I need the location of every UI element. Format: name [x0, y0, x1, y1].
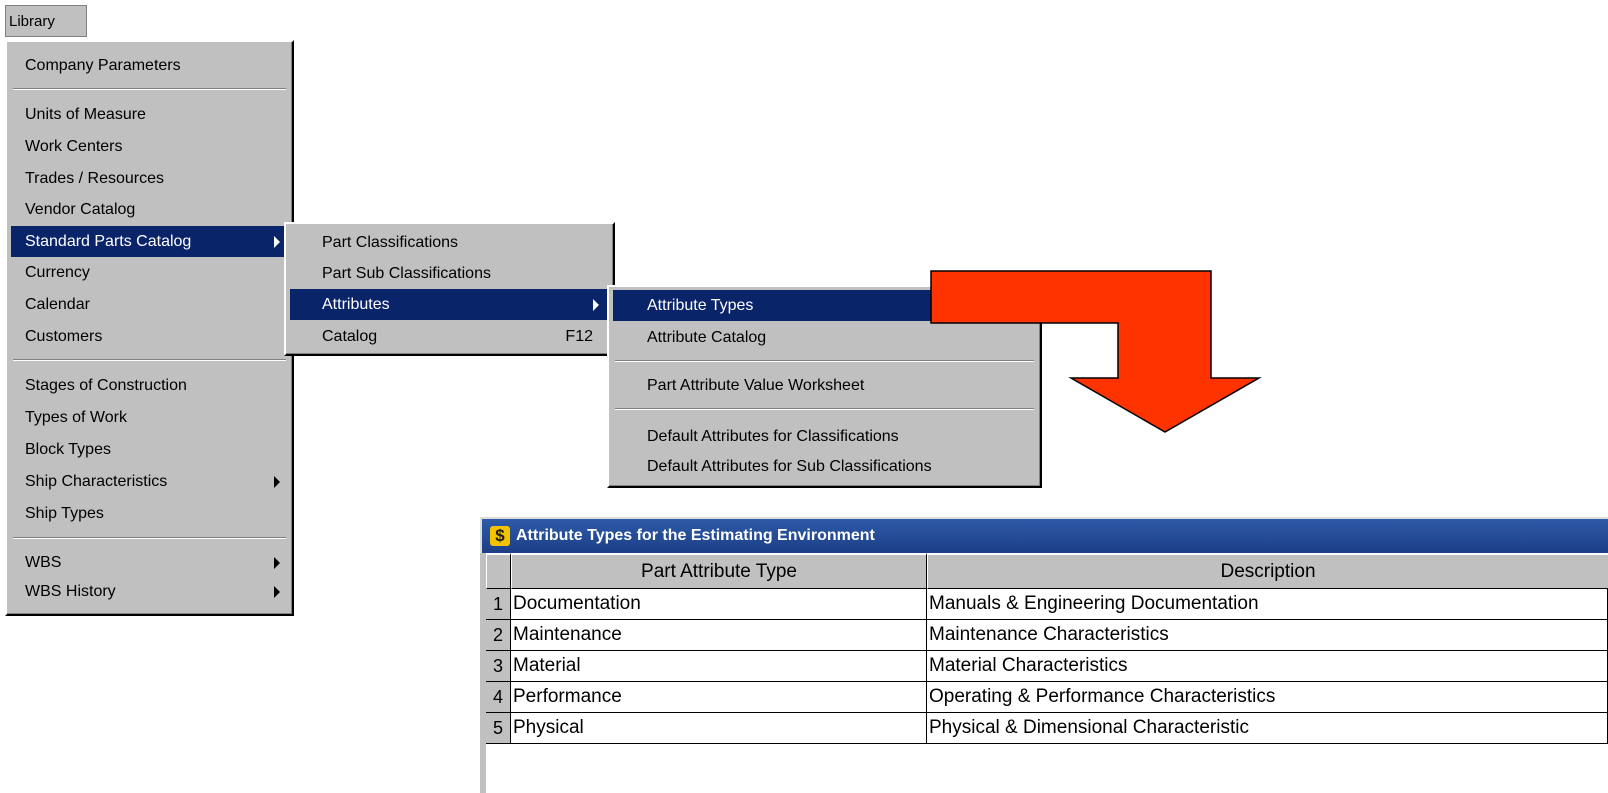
menu-item-customers[interactable]: Customers: [11, 321, 288, 352]
menu-item-currency[interactable]: Currency: [11, 257, 288, 288]
menu-item-stages-of-construction[interactable]: Stages of Construction: [11, 370, 288, 401]
row-number[interactable]: 2: [486, 620, 511, 651]
menu-item-wbs[interactable]: WBS: [11, 547, 288, 578]
attribute-types-grid: Part Attribute Type Description 1 Docume…: [486, 553, 1608, 793]
menu-item-types-of-work[interactable]: Types of Work: [11, 402, 288, 433]
menu-item-part-classifications[interactable]: Part Classifications: [290, 227, 609, 258]
menu-item-calendar[interactable]: Calendar: [11, 289, 288, 320]
menu-separator: [13, 359, 286, 361]
menu-item-part-attribute-value-worksheet[interactable]: Part Attribute Value Worksheet: [613, 370, 1036, 401]
menu-item-label: Catalog: [322, 327, 378, 345]
menu-item-vendor-catalog[interactable]: Vendor Catalog: [11, 194, 288, 225]
menu-item-work-centers[interactable]: Work Centers: [11, 131, 288, 162]
menu-item-default-attributes-classifications[interactable]: Default Attributes for Classifications: [613, 421, 1036, 452]
cell-description[interactable]: Physical & Dimensional Characteristic: [927, 713, 1608, 744]
row-number[interactable]: 3: [486, 651, 511, 682]
submenu-arrow-icon: [274, 585, 280, 598]
menu-item-attribute-catalog[interactable]: Attribute Catalog: [613, 322, 1036, 353]
menu-separator: [615, 360, 1034, 362]
window-title-bar[interactable]: $ Attribute Types for the Estimating Env…: [480, 517, 1608, 553]
menu-item-company-parameters[interactable]: Company Parameters: [11, 50, 288, 81]
menu-item-ship-types[interactable]: Ship Types: [11, 498, 288, 529]
grid-corner-header[interactable]: [486, 553, 511, 589]
cell-description[interactable]: Manuals & Engineering Documentation: [927, 589, 1608, 620]
menu-separator: [13, 88, 286, 90]
submenu-arrow-icon: [274, 475, 280, 488]
submenu-arrow-icon: [593, 298, 599, 311]
standard-parts-submenu: Part Classifications Part Sub Classifica…: [284, 222, 615, 356]
dollar-icon: $: [490, 526, 510, 546]
cell-part-attribute-type[interactable]: Documentation: [511, 589, 927, 620]
menu-item-units-of-measure[interactable]: Units of Measure: [11, 99, 288, 130]
menu-item-label: Attributes: [322, 295, 390, 313]
column-header-part-attribute-type[interactable]: Part Attribute Type: [511, 553, 927, 589]
shortcut-label: F12: [565, 327, 593, 345]
cell-description[interactable]: Material Characteristics: [927, 651, 1608, 682]
library-menu: Company Parameters Units of Measure Work…: [5, 40, 294, 616]
menu-item-label: WBS: [25, 553, 62, 571]
menu-item-label: Standard Parts Catalog: [25, 232, 192, 250]
menu-item-attribute-types[interactable]: Attribute Types: [613, 290, 1036, 321]
menu-item-part-sub-classifications[interactable]: Part Sub Classifications: [290, 258, 609, 289]
row-number[interactable]: 1: [486, 589, 511, 620]
menubar-library[interactable]: Library: [5, 5, 87, 37]
menu-item-label: Ship Characteristics: [25, 472, 168, 490]
menu-separator: [13, 537, 286, 539]
cell-description[interactable]: Operating & Performance Characteristics: [927, 682, 1608, 713]
submenu-arrow-icon: [274, 235, 280, 248]
row-number[interactable]: 5: [486, 713, 511, 744]
column-header-description[interactable]: Description: [927, 553, 1608, 589]
menu-item-standard-parts-catalog[interactable]: Standard Parts Catalog: [11, 226, 288, 257]
menu-item-trades-resources[interactable]: Trades / Resources: [11, 163, 288, 194]
attributes-submenu: Attribute Types Attribute Catalog Part A…: [607, 285, 1042, 488]
submenu-arrow-icon: [274, 556, 280, 569]
cell-part-attribute-type[interactable]: Material: [511, 651, 927, 682]
menu-separator: [615, 408, 1034, 410]
menu-item-default-attributes-sub-classifications[interactable]: Default Attributes for Sub Classificatio…: [613, 451, 1036, 482]
menu-item-label: WBS History: [25, 582, 116, 600]
menu-item-catalog[interactable]: Catalog F12: [290, 321, 609, 352]
cell-description[interactable]: Maintenance Characteristics: [927, 620, 1608, 651]
menu-item-ship-characteristics[interactable]: Ship Characteristics: [11, 466, 288, 497]
menu-item-wbs-history[interactable]: WBS History: [11, 576, 288, 607]
cell-part-attribute-type[interactable]: Performance: [511, 682, 927, 713]
cell-part-attribute-type[interactable]: Physical: [511, 713, 927, 744]
menu-item-block-types[interactable]: Block Types: [11, 434, 288, 465]
attribute-types-window: $ Attribute Types for the Estimating Env…: [480, 517, 1608, 793]
window-title: Attribute Types for the Estimating Envir…: [516, 527, 875, 544]
cell-part-attribute-type[interactable]: Maintenance: [511, 620, 927, 651]
menu-item-attributes[interactable]: Attributes: [290, 289, 609, 320]
row-number[interactable]: 4: [486, 682, 511, 713]
